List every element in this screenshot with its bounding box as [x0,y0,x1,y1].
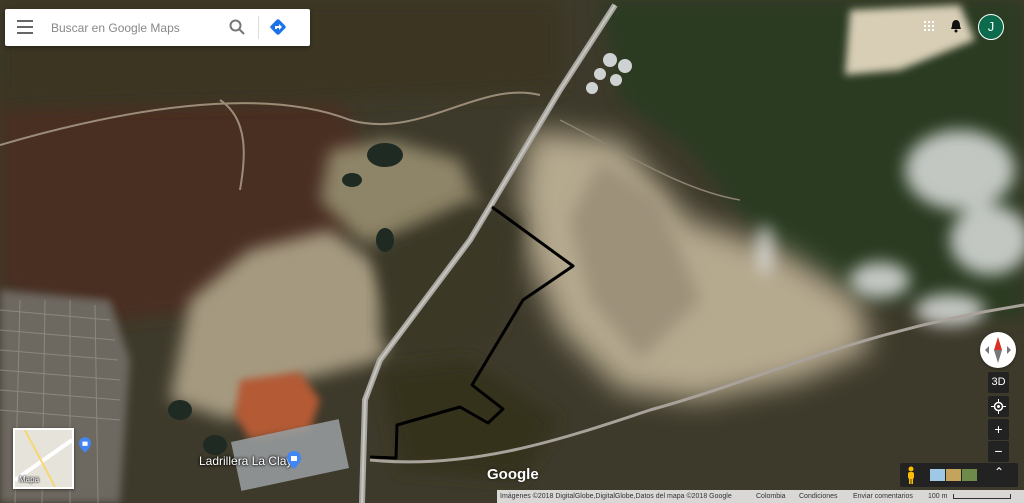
send-feedback-link[interactable]: Enviar comentarios [853,490,913,503]
map-layer-toggle[interactable]: Mapa [13,428,74,489]
apps-icon[interactable] [924,21,934,31]
tilt-3d-button[interactable]: 3D [988,372,1009,393]
separator [258,16,259,39]
country-link[interactable]: Colombia [756,490,786,503]
shopping-pin-icon[interactable] [287,451,301,469]
bell-icon[interactable] [950,19,962,33]
zoom-out-button[interactable]: − [988,441,1009,462]
imagery-strip: ⌃ [900,463,1018,487]
imagery-thumbnails[interactable] [930,469,978,481]
pegman-icon[interactable] [906,466,916,484]
google-logo: Google [487,466,539,483]
search-icon[interactable] [229,19,245,35]
map-footer: Imágenes ©2018 DigitalGlobe,DigitalGlobe… [497,490,1024,503]
satellite-map[interactable] [0,0,1024,503]
scale-label[interactable]: 100 m [928,490,947,503]
shopping-pin-icon[interactable] [79,437,91,453]
menu-icon[interactable] [17,20,33,34]
my-location-icon [991,399,1006,414]
place-label[interactable]: Ladrillera La Clay [199,454,292,468]
scale-bar [953,494,1011,499]
expand-button[interactable]: ⌃ [994,465,1004,479]
map-layer-label: Mapa [19,475,40,484]
search-box [5,9,310,46]
imagery-attribution: Imágenes ©2018 DigitalGlobe,DigitalGlobe… [500,493,732,500]
directions-icon[interactable] [269,18,287,36]
compass-icon [982,334,1014,366]
my-location-button[interactable] [988,396,1009,417]
avatar[interactable]: J [978,14,1004,40]
search-input[interactable] [51,19,221,37]
compass[interactable] [980,332,1016,368]
terms-link[interactable]: Condiciones [799,490,838,503]
zoom-in-button[interactable]: + [988,419,1009,440]
